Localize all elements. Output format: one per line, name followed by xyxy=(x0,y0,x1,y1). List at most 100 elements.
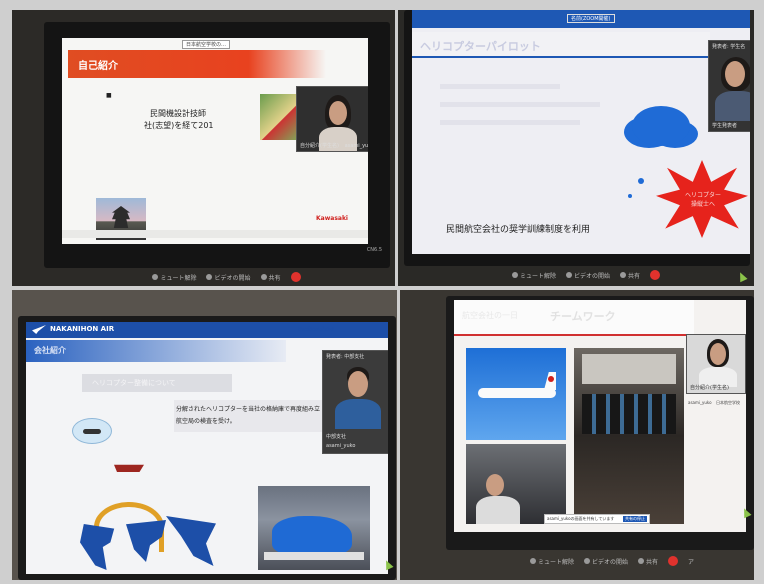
section-label: 会社紹介 xyxy=(34,346,66,355)
body-line-1: 分解されたヘリコプターを当社の格納庫で再度組み立 xyxy=(176,406,321,413)
participant-video[interactable]: 自分紹介(学生名) asami_yuko xyxy=(296,86,368,152)
share-button[interactable]: 共有 xyxy=(620,271,640,280)
camera-icon xyxy=(206,274,213,280)
person-face xyxy=(329,101,347,125)
video-caption: 自分紹介(学生名) xyxy=(300,143,339,149)
cockpit-window xyxy=(582,354,676,384)
video-caption: 中部支社 xyxy=(326,434,347,440)
slide-title: 航空会社の一日 xyxy=(462,311,518,320)
faded-line xyxy=(440,102,600,107)
leave-button[interactable] xyxy=(650,270,661,280)
video-button[interactable]: ビデオの開始 xyxy=(565,271,610,280)
slide-screen: 名前(ZOOM開催) ヘリコプターパイロット ヘリコプター 操縦士へ 民間航空会… xyxy=(412,10,750,254)
person-face xyxy=(725,61,745,87)
video-name: asami_yuko xyxy=(688,400,712,405)
student-body xyxy=(476,496,520,524)
participant-video[interactable]: 発表者: 中部支社 中部支社 asami_yuko xyxy=(322,350,388,454)
body-line-1: 民間機設計技師 xyxy=(150,109,206,118)
section-band: 会社紹介 xyxy=(26,340,286,362)
mute-button[interactable]: ミュート解除 xyxy=(529,557,574,566)
meeting-toolbar: ミュート解除 ビデオの開始 共有 xyxy=(72,268,381,286)
participant-video[interactable]: 自分紹介(学生名) xyxy=(686,334,746,394)
participant-video[interactable]: 発表者: 学生名 学生発表者 xyxy=(708,40,750,132)
world-map xyxy=(70,494,220,572)
video-top-label: 発表者: 中部支社 xyxy=(326,354,365,360)
share-button[interactable]: 共有 xyxy=(638,557,658,566)
share-icon xyxy=(638,558,644,564)
student-face xyxy=(486,474,504,496)
brand-right: Nakanihon xyxy=(297,326,334,333)
helicopter-icon xyxy=(83,429,101,434)
slide-screen: 自己紹介 日本航空学校の… ■ 民間機設計技師 社(志望)を経て201 Kawa… xyxy=(62,38,368,244)
subtitle: ヘリコプター整備について xyxy=(92,379,176,387)
share-button[interactable]: 共有 xyxy=(260,273,281,282)
subtitle-box: ヘリコプター整備について xyxy=(82,374,232,392)
share-text: asami_yukoの画面を共有しています xyxy=(547,516,615,521)
bird-logo xyxy=(32,325,46,334)
cockpit-photo xyxy=(574,348,684,524)
continent xyxy=(166,516,216,566)
video-button[interactable]: ビデオの開始 xyxy=(206,273,251,282)
mouse-pointer xyxy=(736,270,748,283)
mic-icon xyxy=(529,558,536,564)
mute-button[interactable]: ミュート解除 xyxy=(511,271,556,280)
leave-button[interactable] xyxy=(668,556,679,566)
slide-title: 自己紹介 xyxy=(78,61,118,72)
body-text: 民間航空会社の奨学訓練制度を利用 xyxy=(446,225,591,235)
leave-button[interactable] xyxy=(290,272,301,282)
slide-screen: NAKANIHON AIR Nakanihon 会社紹介 ヘリコプター整備につい… xyxy=(26,322,388,574)
monitor: 名前(ZOOM開催) ヘリコプターパイロット ヘリコプター 操縦士へ 民間航空会… xyxy=(404,10,750,266)
meeting-toolbar: ミュート解除 ビデオの開始 共有 xyxy=(438,266,734,284)
helicopter-cloud xyxy=(72,418,112,444)
body-line-2: 航空局の検査を受け。 xyxy=(176,418,236,425)
japan-map-image xyxy=(260,94,300,140)
share-icon xyxy=(260,274,267,280)
person-face xyxy=(710,343,726,365)
mic-icon xyxy=(152,274,159,280)
header-tag: 名前(ZOOM開催) xyxy=(567,14,615,23)
person-face xyxy=(348,371,368,397)
person-body xyxy=(335,399,381,429)
slide-title-band: ヘリコプターパイロット xyxy=(412,32,710,58)
slide-title-bar: 自己紹介 xyxy=(68,50,326,78)
leave-label: ア xyxy=(688,558,695,566)
faded-line xyxy=(440,120,580,125)
photo-bottom-left: NAKANIHON AIR Nakanihon 会社紹介 ヘリコプター整備につい… xyxy=(12,290,397,580)
header-tag: 日本航空学校の… xyxy=(182,40,231,49)
slide-title: ヘリコプターパイロット xyxy=(420,40,541,53)
stop-share-button[interactable]: 共有の停止 xyxy=(623,516,647,522)
photo-top-right: 名前(ZOOM開催) ヘリコプターパイロット ヘリコプター 操縦士へ 民間航空会… xyxy=(398,10,754,286)
ship-icon xyxy=(114,464,144,472)
video-button[interactable]: ビデオの開始 xyxy=(583,557,628,566)
slide-title-band: 航空会社の一日 チームワーク xyxy=(454,300,694,336)
footer-logo: Kawasaki xyxy=(316,215,348,222)
camera-icon xyxy=(583,558,590,564)
starburst-label: ヘリコプター 操縦士へ xyxy=(684,192,721,208)
instrument-panel xyxy=(582,394,676,434)
monitor: 航空会社の一日 チームワーク asami_yukoの画面を共有しています 共有の… xyxy=(446,296,754,550)
person-body xyxy=(715,91,750,121)
helicopter-cover xyxy=(272,516,352,556)
starburst: ヘリコプター 操縦士へ xyxy=(656,160,748,238)
video-caption: 自分紹介(学生名) xyxy=(690,385,729,391)
cloud-bubble xyxy=(638,178,644,184)
camera-icon xyxy=(565,272,572,278)
body-mark: ■ xyxy=(106,92,112,99)
faded-line xyxy=(440,84,560,89)
photo-top-left: 自己紹介 日本航空学校の… ■ 民間機設計技師 社(志望)を経て201 Kawa… xyxy=(12,10,395,286)
meeting-toolbar: ミュート解除 ビデオの開始 共有 ア xyxy=(480,552,744,570)
footer-stripe xyxy=(62,230,368,238)
mute-button[interactable]: ミュート解除 xyxy=(152,273,196,282)
video-top-label: 発表者: 学生名 xyxy=(712,44,746,50)
cart xyxy=(264,552,364,560)
photo-bottom-right: 航空会社の一日 チームワーク asami_yukoの画面を共有しています 共有の… xyxy=(400,290,754,580)
student-photo xyxy=(466,444,566,524)
slide-screen: 航空会社の一日 チームワーク asami_yukoの画面を共有しています 共有の… xyxy=(454,300,746,532)
brand-name: NAKANIHON AIR xyxy=(50,325,115,333)
body-line-2: 社(志望)を経て201 xyxy=(144,121,214,130)
video-name: asami_yuko xyxy=(344,143,368,149)
share-icon xyxy=(620,272,626,278)
video-name: asami_yuko xyxy=(326,443,356,449)
monitor: NAKANIHON AIR Nakanihon 会社紹介 ヘリコプター整備につい… xyxy=(18,316,396,580)
body-box: 分解されたヘリコプターを当社の格納庫で再度組み立 航空局の検査を受け。 xyxy=(174,400,324,432)
